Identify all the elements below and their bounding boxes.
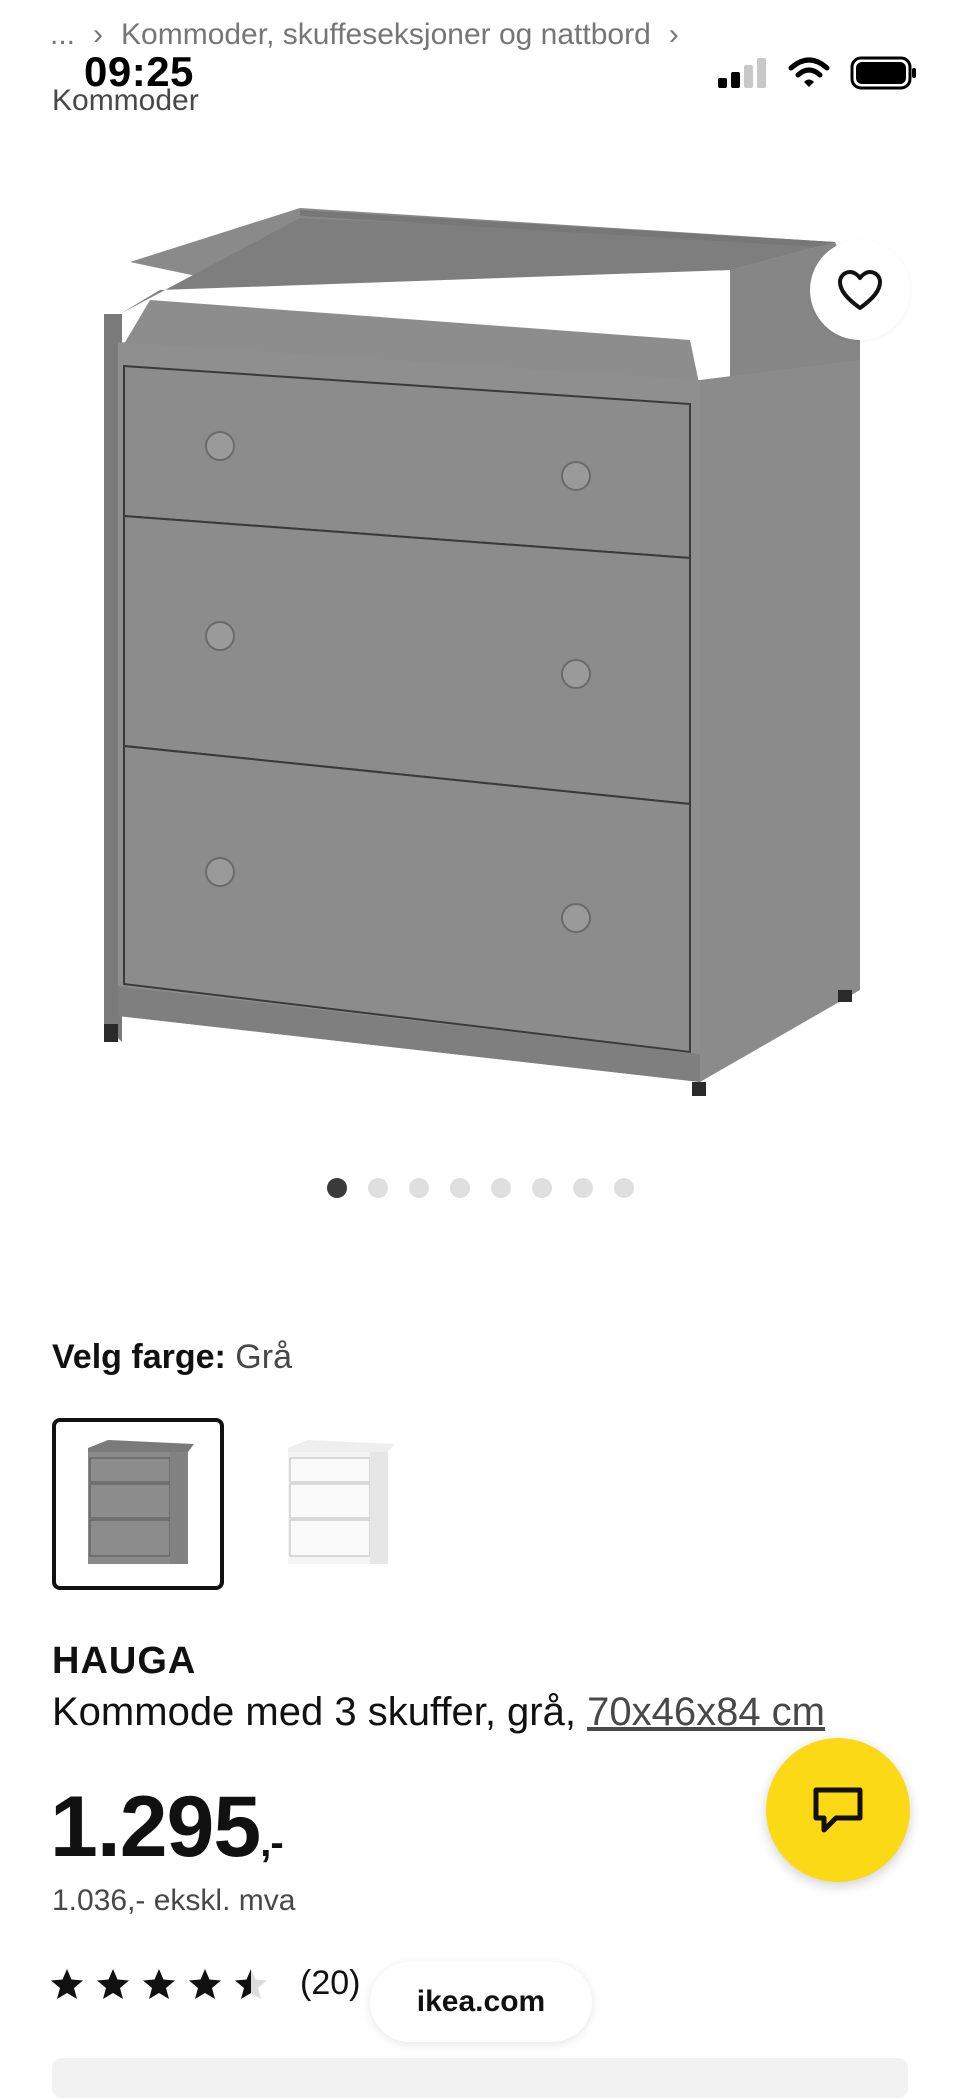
status-time: 09:25 — [84, 48, 194, 95]
product-price: 1.295,- — [50, 1778, 284, 1877]
price-main: 1.295 — [50, 1779, 261, 1875]
breadcrumb-parent-link[interactable]: Kommoder, skuffeseksjoner og nattbord — [121, 18, 651, 52]
color-label: Velg farge: Grå — [52, 1338, 292, 1377]
breadcrumb: ... › Kommoder, skuffeseksjoner og nattb… — [50, 18, 679, 52]
star-icon — [97, 1968, 129, 1999]
carousel-dot[interactable] — [490, 1178, 511, 1198]
rating-stars — [50, 1968, 268, 2000]
browser-url-pill[interactable]: ikea.com — [370, 1962, 592, 2042]
carousel-dot[interactable] — [326, 1178, 347, 1198]
carousel-dot[interactable] — [367, 1178, 388, 1198]
carousel-dot[interactable] — [449, 1178, 470, 1198]
carousel-dot[interactable] — [572, 1178, 593, 1198]
product-image[interactable] — [0, 190, 960, 1150]
favorite-button[interactable] — [810, 240, 910, 340]
chevron-right-icon: › — [668, 18, 679, 51]
chat-icon — [813, 1787, 863, 1833]
star-icon — [235, 1968, 267, 1999]
star-icon — [51, 1968, 83, 1999]
star-icon — [189, 1968, 221, 1999]
product-name: HAUGA — [52, 1640, 197, 1682]
carousel-dot[interactable] — [613, 1178, 634, 1198]
rating-count[interactable]: (20) — [300, 1964, 360, 2003]
chat-button[interactable] — [766, 1738, 910, 1882]
battery-icon — [850, 56, 916, 90]
breadcrumb-ellipsis[interactable]: ... — [50, 18, 75, 52]
price-excl-vat: 1.036,- ekskl. mva — [52, 1884, 296, 1917]
bottom-panel — [52, 2058, 908, 2098]
product-dimensions-link[interactable]: 70x46x84 cm — [587, 1690, 825, 1734]
chevron-right-icon: › — [93, 18, 104, 51]
heart-icon — [838, 270, 882, 310]
swatch-white-image — [288, 1440, 394, 1564]
price-suffix: ,- — [260, 1821, 283, 1865]
product-description: Kommode med 3 skuffer, grå, 70x46x84 cm — [52, 1690, 825, 1735]
system-icons — [718, 56, 918, 90]
product-rating[interactable]: (20) — [50, 1964, 360, 2003]
swatch-gray-image — [88, 1440, 194, 1564]
carousel-dot[interactable] — [531, 1178, 552, 1198]
signal-icon — [718, 58, 766, 88]
status-bar: ... › Kommoder, skuffeseksjoner og nattb… — [0, 0, 960, 120]
star-icon — [143, 1968, 175, 1999]
color-selected-value: Grå — [235, 1338, 292, 1376]
swatch-white[interactable] — [252, 1418, 424, 1590]
product-description-text: Kommode med 3 skuffer, grå, — [52, 1690, 576, 1734]
color-label-title: Velg farge: — [52, 1338, 226, 1376]
carousel-dots — [0, 1178, 960, 1198]
wifi-icon — [788, 57, 830, 87]
swatch-gray[interactable] — [52, 1418, 224, 1590]
carousel-dot[interactable] — [408, 1178, 429, 1198]
